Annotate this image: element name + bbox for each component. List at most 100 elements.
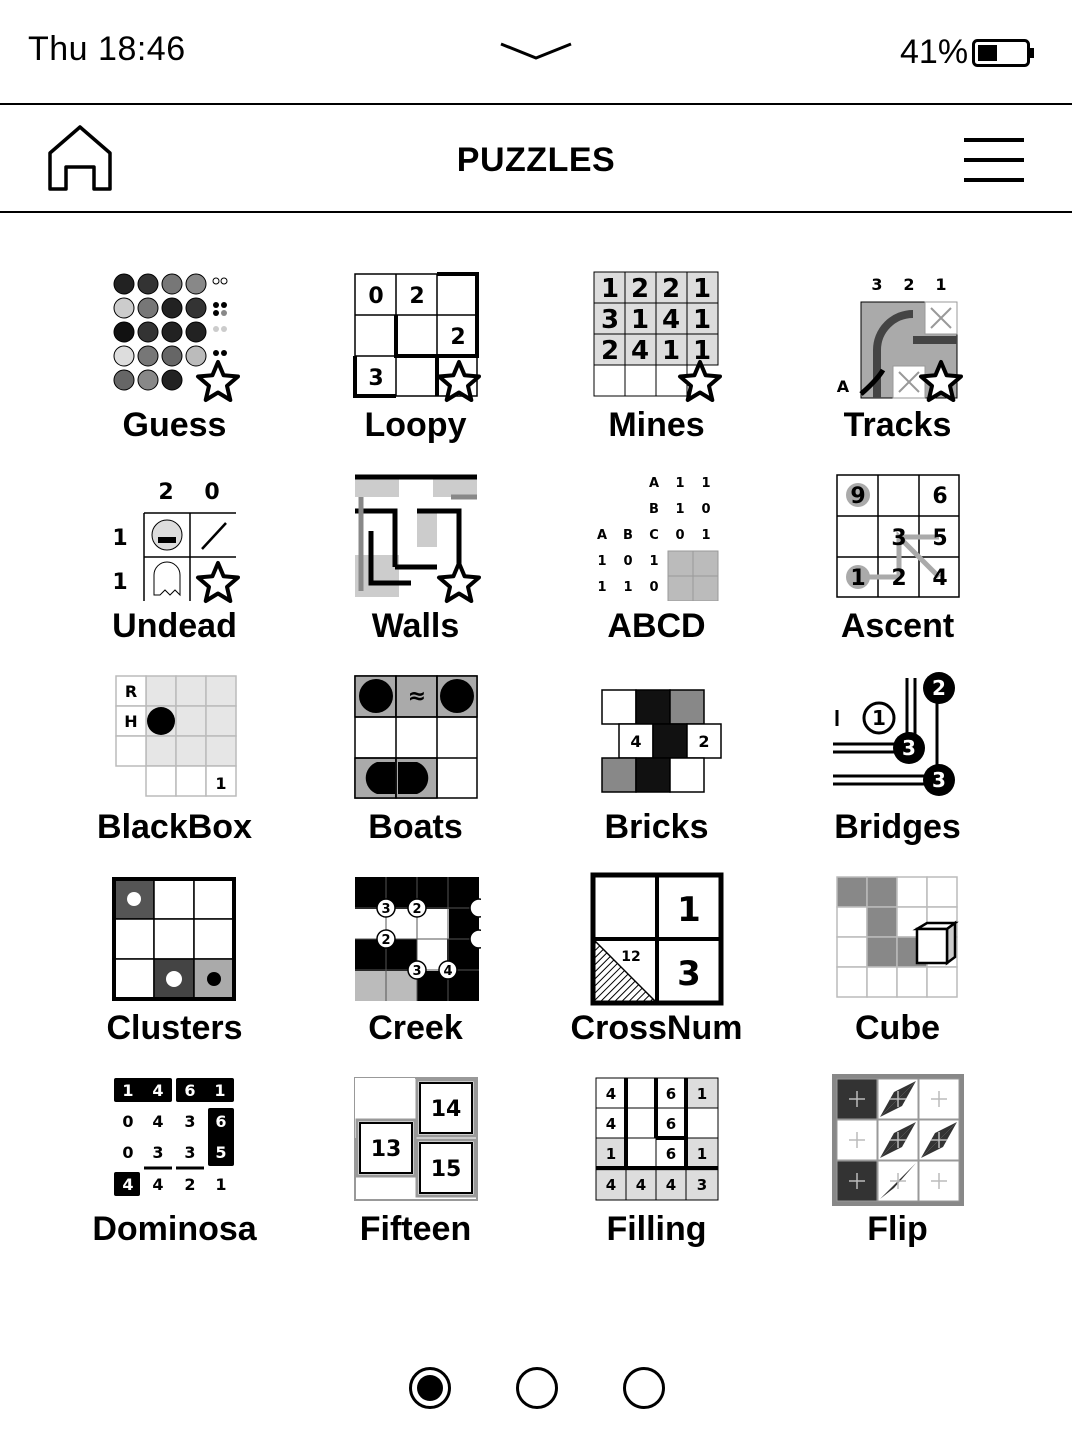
puzzle-tile-tracks[interactable]: 3 2 1 A Tracks — [777, 262, 1018, 463]
svg-text:0: 0 — [701, 502, 710, 517]
svg-text:6: 6 — [184, 1081, 195, 1100]
svg-text:2: 2 — [412, 902, 421, 917]
svg-text:R: R — [125, 682, 137, 701]
svg-text:2: 2 — [158, 480, 173, 505]
page-dot-1[interactable] — [409, 1367, 451, 1409]
svg-text:4: 4 — [152, 1112, 163, 1131]
flip-icon — [832, 1074, 964, 1206]
puzzle-tile-ascent[interactable]: 9 6 3 5 1 2 4 Ascent — [777, 463, 1018, 664]
clusters-icon — [110, 873, 240, 1003]
puzzle-tile-bricks[interactable]: 42 Bricks — [536, 664, 777, 865]
svg-text:3: 3 — [697, 1176, 707, 1194]
puzzle-label: Boats — [368, 808, 463, 846]
puzzle-label: Fifteen — [359, 1210, 472, 1248]
puzzle-tile-walls[interactable]: Walls — [295, 463, 536, 664]
svg-text:1: 1 — [112, 526, 127, 551]
svg-text:B: B — [623, 528, 633, 543]
puzzle-tile-dominosa[interactable]: 1461 0436 0335 4421 Dominosa — [54, 1066, 295, 1267]
svg-text:3: 3 — [677, 954, 701, 994]
puzzle-tile-filling[interactable]: 4 6 1 4 6 1 6 1 4 4 4 3 Filling — [536, 1066, 777, 1267]
puzzle-label: ABCD — [607, 607, 706, 645]
svg-text:0: 0 — [649, 580, 658, 595]
svg-text:4: 4 — [606, 1115, 616, 1133]
svg-text:4: 4 — [606, 1176, 616, 1194]
svg-text:3: 3 — [368, 366, 383, 391]
page-dot-2[interactable] — [516, 1367, 558, 1409]
puzzle-tile-bridges[interactable]: 1 2 33 Bridges — [777, 664, 1018, 865]
puzzle-tile-guess[interactable]: Guess — [54, 262, 295, 463]
svg-text:1: 1 — [606, 1145, 616, 1163]
svg-text:0: 0 — [204, 480, 219, 505]
svg-text:1: 1 — [693, 305, 711, 335]
svg-text:4: 4 — [666, 1176, 676, 1194]
svg-text:1: 1 — [215, 774, 226, 793]
svg-text:1: 1 — [701, 476, 710, 491]
puzzle-tile-blackbox[interactable]: RH 1 BlackBox — [54, 664, 295, 865]
status-time: Thu 18:46 — [28, 30, 186, 68]
svg-text:3: 3 — [601, 305, 619, 335]
svg-text:12: 12 — [621, 949, 640, 965]
svg-text:4: 4 — [932, 566, 947, 591]
blackbox-icon: RH 1 — [110, 672, 240, 802]
svg-text:1: 1 — [631, 305, 649, 335]
svg-text:2: 2 — [184, 1175, 195, 1194]
svg-text:14: 14 — [431, 1097, 462, 1122]
svg-text:13: 13 — [371, 1137, 402, 1162]
svg-text:2: 2 — [903, 275, 914, 294]
svg-text:5: 5 — [932, 526, 947, 551]
svg-text:4: 4 — [606, 1085, 616, 1103]
svg-text:1: 1 — [215, 1175, 226, 1194]
puzzle-label: Undead — [112, 607, 237, 645]
svg-text:0: 0 — [623, 554, 632, 569]
puzzle-label: Dominosa — [92, 1210, 257, 1248]
puzzle-label: Guess — [122, 406, 227, 444]
svg-text:0: 0 — [122, 1143, 133, 1162]
svg-text:1: 1 — [850, 566, 865, 591]
svg-text:4: 4 — [631, 336, 649, 366]
bridges-icon: 1 2 33 — [833, 672, 963, 802]
svg-text:3: 3 — [381, 902, 390, 917]
puzzle-label: Ascent — [840, 607, 955, 645]
svg-text:0: 0 — [368, 284, 383, 309]
page-dot-3[interactable] — [623, 1367, 665, 1409]
svg-text:1: 1 — [649, 554, 658, 569]
hamburger-menu-icon[interactable] — [960, 135, 1028, 190]
puzzle-tile-undead[interactable]: 2 0 1 1 Undead — [54, 463, 295, 664]
puzzle-tile-cube[interactable]: Cube — [777, 865, 1018, 1066]
abcd-icon: A11 B10 ABC01 101 110 — [592, 471, 722, 601]
svg-text:3: 3 — [871, 275, 882, 294]
puzzle-tile-loopy[interactable]: 0 2 2 3 Loopy — [295, 262, 536, 463]
favorite-star-icon — [919, 360, 963, 402]
svg-text:3: 3 — [932, 768, 946, 792]
app-header: PUZZLES — [0, 105, 1072, 213]
svg-text:2: 2 — [662, 274, 680, 304]
puzzle-tile-fifteen[interactable]: 14 13 15 Fifteen — [295, 1066, 536, 1267]
puzzle-tile-abcd[interactable]: A11 B10 ABC01 101 110 ABCD — [536, 463, 777, 664]
filling-icon: 4 6 1 4 6 1 6 1 4 4 4 3 — [592, 1074, 722, 1204]
puzzle-tile-clusters[interactable]: Clusters — [54, 865, 295, 1066]
pull-down-chevron-icon[interactable] — [498, 40, 574, 67]
puzzle-label: Loopy — [364, 406, 467, 444]
boats-icon: ≈ — [351, 672, 481, 802]
puzzle-tile-boats[interactable]: ≈ Boats — [295, 664, 536, 865]
svg-text:1: 1 — [112, 570, 127, 595]
svg-text:3: 3 — [184, 1112, 195, 1131]
svg-text:6: 6 — [666, 1085, 676, 1103]
svg-text:≈: ≈ — [408, 684, 426, 709]
svg-text:2: 2 — [631, 274, 649, 304]
svg-text:1: 1 — [597, 580, 606, 595]
puzzle-tile-crossnum[interactable]: 1 3 12 CrossNum — [536, 865, 777, 1066]
svg-text:2: 2 — [450, 325, 465, 350]
puzzle-tile-flip[interactable]: Flip — [777, 1066, 1018, 1267]
svg-text:1: 1 — [122, 1081, 133, 1100]
svg-text:3: 3 — [902, 736, 916, 760]
puzzle-label: Flip — [867, 1210, 928, 1248]
svg-text:4: 4 — [152, 1175, 163, 1194]
puzzle-tile-creek[interactable]: 3 2 2 3 4 Creek — [295, 865, 536, 1066]
puzzle-tile-mines[interactable]: 1221 3141 2411 Mines — [536, 262, 777, 463]
svg-text:6: 6 — [215, 1112, 226, 1131]
puzzle-label: Clusters — [106, 1009, 243, 1047]
favorite-star-icon — [196, 561, 240, 603]
svg-text:2: 2 — [601, 336, 619, 366]
creek-icon: 3 2 2 3 4 — [351, 873, 481, 1003]
